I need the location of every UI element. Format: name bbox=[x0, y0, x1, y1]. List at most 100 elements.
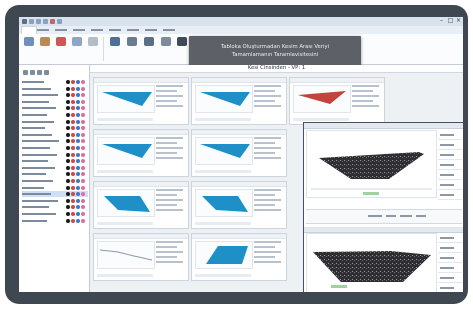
list-item-label bbox=[22, 193, 51, 196]
status-dot-icon bbox=[66, 212, 70, 216]
list-item[interactable] bbox=[22, 125, 88, 131]
list-item[interactable] bbox=[22, 178, 88, 184]
list-item[interactable] bbox=[22, 105, 88, 111]
ribbon-tab-4[interactable] bbox=[73, 29, 85, 31]
measure-button[interactable] bbox=[142, 37, 156, 59]
chart-cell-svg bbox=[298, 91, 346, 104]
chart-cell[interactable] bbox=[93, 233, 189, 281]
status-dot-icon bbox=[66, 99, 70, 104]
chart-cell-stats bbox=[254, 241, 284, 271]
list-item[interactable] bbox=[22, 99, 88, 105]
status-dot-icon bbox=[76, 86, 80, 91]
chart-cell[interactable] bbox=[289, 77, 385, 125]
redo-icon[interactable] bbox=[43, 19, 48, 24]
chart-cell-footer bbox=[97, 222, 153, 225]
list-item-label bbox=[22, 180, 53, 182]
ribbon-tab-7[interactable] bbox=[127, 29, 139, 31]
list-item[interactable] bbox=[22, 218, 88, 224]
status-dot-icon bbox=[76, 152, 80, 157]
flag-button[interactable] bbox=[159, 37, 173, 59]
profile-line bbox=[99, 249, 153, 261]
align-button[interactable] bbox=[125, 37, 139, 59]
ribbon-tab-5[interactable] bbox=[91, 29, 103, 31]
status-dot-icon bbox=[71, 80, 75, 84]
list-item[interactable] bbox=[22, 191, 88, 198]
status-dot-icon bbox=[76, 185, 80, 190]
list-item[interactable] bbox=[22, 86, 88, 92]
pen-button[interactable] bbox=[175, 37, 189, 59]
status-dot-icon bbox=[81, 126, 85, 131]
status-dot-icon bbox=[76, 179, 80, 183]
expand-icon[interactable] bbox=[37, 70, 42, 75]
format-button[interactable] bbox=[70, 37, 84, 59]
status-dot-icon bbox=[81, 218, 85, 223]
chart-cell[interactable] bbox=[191, 181, 287, 229]
ribbon-tab-2[interactable] bbox=[37, 29, 49, 31]
table-button[interactable] bbox=[22, 37, 36, 59]
list-item[interactable] bbox=[22, 152, 88, 158]
print-icon[interactable] bbox=[57, 19, 62, 24]
status-dot-icon bbox=[81, 132, 85, 137]
chart-cell-stats bbox=[156, 137, 186, 167]
list-item-label bbox=[22, 120, 54, 123]
sort-icon[interactable] bbox=[30, 70, 35, 75]
cut-button[interactable] bbox=[54, 37, 68, 59]
status-dot-icon bbox=[71, 106, 75, 111]
list-item[interactable] bbox=[22, 145, 88, 151]
list-item[interactable] bbox=[22, 198, 88, 204]
status-dot-icon bbox=[81, 172, 85, 177]
list-item[interactable] bbox=[22, 132, 88, 138]
chart-button[interactable] bbox=[108, 37, 122, 59]
left-panel bbox=[19, 65, 90, 292]
record-icon[interactable] bbox=[50, 19, 55, 24]
minimize-icon[interactable]: – bbox=[438, 18, 445, 24]
status-dot-icon bbox=[66, 113, 70, 117]
status-dot-icon bbox=[81, 106, 85, 111]
list-item[interactable] bbox=[22, 185, 88, 191]
maximize-icon[interactable]: □ bbox=[447, 18, 454, 24]
ribbon-tab-8[interactable] bbox=[145, 29, 157, 31]
list-item[interactable] bbox=[22, 171, 88, 177]
ribbon-tab-home[interactable] bbox=[21, 26, 37, 34]
status-dot-icon bbox=[81, 113, 85, 117]
list-item[interactable] bbox=[22, 79, 88, 85]
check-button[interactable] bbox=[86, 37, 100, 59]
list-item[interactable] bbox=[22, 211, 88, 217]
detail-window-header bbox=[304, 123, 463, 129]
list-item[interactable] bbox=[22, 92, 88, 98]
save-icon[interactable] bbox=[29, 19, 34, 24]
ribbon-tab-3[interactable] bbox=[55, 29, 67, 31]
chart-cell[interactable] bbox=[191, 77, 287, 125]
chart-cell-svg bbox=[202, 196, 248, 212]
list-item-label bbox=[22, 94, 58, 97]
chart-cell[interactable] bbox=[191, 233, 287, 281]
status-dot-icon bbox=[81, 86, 85, 91]
chart-cell[interactable] bbox=[93, 77, 189, 125]
chart-cell-footer bbox=[195, 274, 251, 277]
chart-cell-svg bbox=[206, 246, 248, 264]
chart-cell-plot bbox=[97, 137, 155, 165]
tooltip-line-1: Tabloka Oluşturmadan Kesim Arası Veriyi bbox=[220, 44, 330, 50]
collapse-icon[interactable] bbox=[44, 70, 49, 75]
ribbon-tab-9[interactable] bbox=[163, 29, 175, 31]
align-icon bbox=[127, 37, 137, 46]
list-item[interactable] bbox=[22, 158, 88, 164]
status-dot-icon bbox=[71, 198, 75, 203]
list-item[interactable] bbox=[22, 165, 88, 171]
undo-icon[interactable] bbox=[36, 19, 41, 24]
list-item-label bbox=[22, 81, 44, 83]
list-item[interactable] bbox=[22, 119, 88, 125]
paste-button[interactable] bbox=[38, 37, 52, 59]
chart-cell-footer bbox=[97, 274, 153, 277]
list-item[interactable] bbox=[22, 112, 88, 118]
close-icon[interactable]: × bbox=[455, 18, 462, 24]
chart-cell[interactable] bbox=[93, 181, 189, 229]
chart-cell[interactable] bbox=[191, 129, 287, 177]
list-item[interactable] bbox=[22, 138, 88, 144]
ribbon-tab-6[interactable] bbox=[109, 29, 121, 31]
detail-window[interactable] bbox=[303, 122, 463, 292]
list-item[interactable] bbox=[22, 204, 88, 210]
filter-icon[interactable] bbox=[23, 70, 28, 75]
status-dot-icon bbox=[66, 86, 70, 91]
chart-cell[interactable] bbox=[93, 129, 189, 177]
